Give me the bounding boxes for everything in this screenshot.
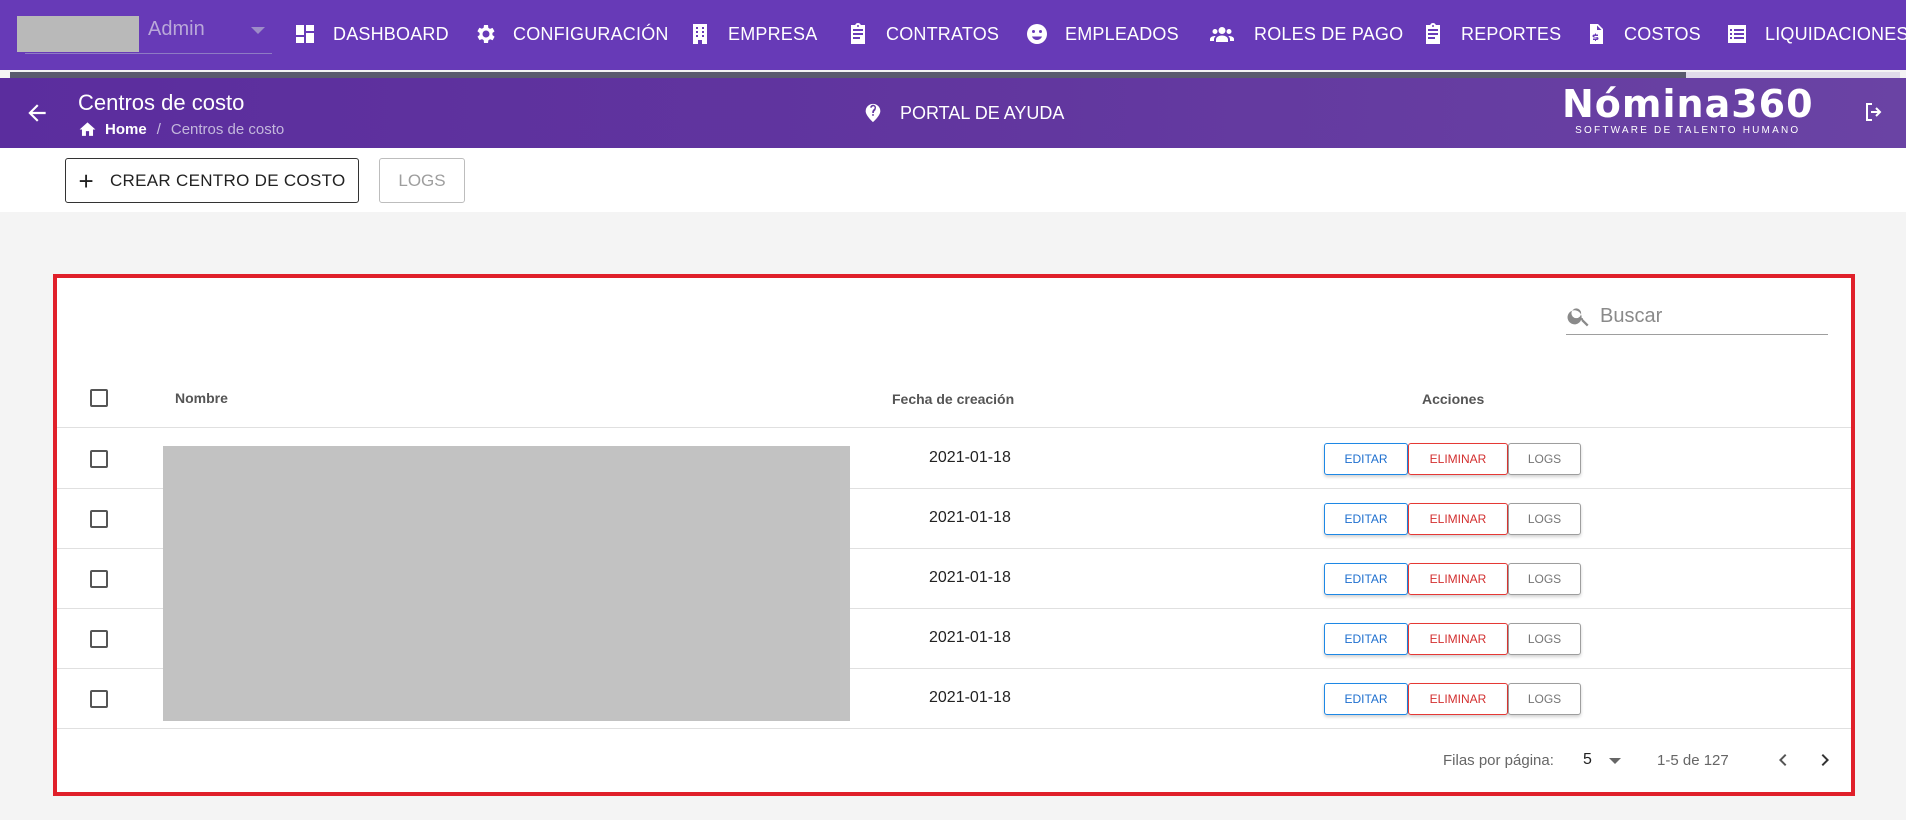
create-button-label: CREAR CENTRO DE COSTO: [109, 170, 346, 190]
row-checkbox[interactable]: [90, 630, 108, 648]
nav-liquidaciones[interactable]: LIQUIDACIONES: [1725, 18, 1906, 50]
search-icon: [1567, 308, 1589, 327]
nav-label: EMPRESA: [728, 23, 818, 44]
rows-per-page-select[interactable]: 5: [1583, 751, 1592, 769]
building-icon: [693, 24, 707, 44]
creation-date: 2021-01-18: [929, 449, 1011, 466]
nav-label: REPORTES: [1461, 23, 1562, 44]
breadcrumb-current: Centros de costo: [170, 121, 285, 138]
creation-date: 2021-01-18: [929, 629, 1011, 646]
chevron-down-icon[interactable]: [251, 27, 265, 34]
nav-dashboard[interactable]: DASHBOARD: [293, 18, 449, 50]
column-header-name[interactable]: Nombre: [175, 390, 228, 406]
help-portal-link[interactable]: PORTAL DE AYUDA: [862, 102, 1064, 124]
dashboard-icon: [296, 25, 314, 43]
arrow-left-icon[interactable]: [24, 100, 50, 126]
top-navbar: Admin DASHBOARD CONFIGURACIÓN EMPRESA CO…: [0, 0, 1906, 70]
face-icon: [1027, 24, 1047, 44]
row-logs-button[interactable]: LOGS: [1508, 503, 1581, 535]
row-checkbox[interactable]: [90, 690, 108, 708]
user-name: Admin: [148, 18, 205, 40]
edit-button[interactable]: EDITAR: [1324, 443, 1408, 475]
cost-centers-card: Nombre Fecha de creación Acciones 2021-0…: [53, 274, 1855, 796]
row-logs-button[interactable]: LOGS: [1508, 443, 1581, 475]
rows-per-page-label: Filas por página:: [1443, 752, 1554, 769]
pagination-range: 1-5 de 127: [1657, 752, 1729, 769]
creation-date: 2021-01-18: [929, 689, 1011, 706]
action-toolbar: + CREAR CENTRO DE COSTO LOGS: [0, 148, 1906, 212]
creation-date: 2021-01-18: [929, 509, 1011, 526]
nav-reportes[interactable]: REPORTES: [1421, 18, 1561, 50]
nav-label: DASHBOARD: [333, 23, 449, 44]
delete-button[interactable]: ELIMINAR: [1408, 623, 1508, 655]
redacted-names-block: [163, 446, 850, 721]
column-header-actions: Acciones: [1422, 391, 1485, 407]
gear-icon: [477, 25, 495, 43]
page-header: Centros de costo Home / Centros de costo…: [0, 78, 1906, 148]
logo-text: Nómina360: [1562, 82, 1814, 126]
breadcrumb-home[interactable]: Home: [105, 121, 147, 138]
logout-icon[interactable]: [1862, 100, 1886, 124]
nav-contratos[interactable]: CONTRATOS: [846, 18, 999, 50]
plus-icon: +: [78, 165, 94, 196]
chevron-right-icon[interactable]: [1813, 748, 1837, 772]
help-icon: [865, 103, 881, 123]
column-header-date[interactable]: Fecha de creación: [892, 391, 1014, 407]
delete-button[interactable]: ELIMINAR: [1408, 563, 1508, 595]
nav-label: ROLES DE PAGO: [1254, 23, 1404, 44]
row-logs-button[interactable]: LOGS: [1508, 623, 1581, 655]
row-checkbox[interactable]: [90, 510, 108, 528]
list-icon: [1728, 25, 1746, 43]
row-checkbox[interactable]: [90, 570, 108, 588]
edit-button[interactable]: EDITAR: [1324, 683, 1408, 715]
search-box[interactable]: [1566, 298, 1828, 335]
edit-button[interactable]: EDITAR: [1324, 503, 1408, 535]
dollar-file-icon: [1590, 24, 1603, 44]
page-title: Centros de costo: [78, 90, 245, 115]
create-cost-center-button[interactable]: + CREAR CENTRO DE COSTO: [65, 158, 359, 203]
search-input[interactable]: [1600, 302, 1820, 330]
select-all-checkbox[interactable]: [90, 389, 108, 407]
nav-label: CONTRATOS: [886, 23, 1000, 44]
chevron-left-icon[interactable]: [1771, 748, 1795, 772]
user-avatar-redacted: [17, 16, 139, 52]
breadcrumb-separator: /: [156, 121, 161, 138]
breadcrumb: Home / Centros de costo: [78, 120, 284, 139]
nav-label: COSTOS: [1624, 23, 1701, 44]
logo-tagline: SOFTWARE DE TALENTO HUMANO: [1575, 125, 1801, 136]
row-logs-button[interactable]: LOGS: [1508, 683, 1581, 715]
user-menu-underline: [25, 53, 272, 54]
nav-empleados[interactable]: EMPLEADOS: [1025, 18, 1179, 50]
logs-button[interactable]: LOGS: [379, 158, 465, 203]
nav-roles-de-pago[interactable]: ROLES DE PAGO: [1206, 18, 1403, 50]
people-icon: [1210, 27, 1234, 42]
edit-button[interactable]: EDITAR: [1324, 623, 1408, 655]
creation-date: 2021-01-18: [929, 569, 1011, 586]
nav-costos[interactable]: COSTOS: [1584, 18, 1701, 50]
edit-button[interactable]: EDITAR: [1324, 563, 1408, 595]
nav-label: CONFIGURACIÓN: [513, 23, 669, 44]
delete-button[interactable]: ELIMINAR: [1408, 683, 1508, 715]
row-checkbox[interactable]: [90, 450, 108, 468]
user-menu[interactable]: Admin: [17, 16, 272, 54]
nav-empresa[interactable]: EMPRESA: [688, 18, 817, 50]
brand-logo: Nómina360 SOFTWARE DE TALENTO HUMANO: [1562, 84, 1814, 136]
nav-label: LIQUIDACIONES: [1765, 23, 1906, 44]
clipboard-icon: [1426, 23, 1440, 44]
delete-button[interactable]: ELIMINAR: [1408, 503, 1508, 535]
delete-button[interactable]: ELIMINAR: [1408, 443, 1508, 475]
chevron-down-icon[interactable]: [1609, 758, 1621, 764]
home-icon: [79, 122, 96, 136]
nav-configuracion[interactable]: CONFIGURACIÓN: [473, 18, 669, 50]
table-pagination: Filas por página: 5 1-5 de 127: [57, 730, 1851, 792]
row-logs-button[interactable]: LOGS: [1508, 563, 1581, 595]
help-label: PORTAL DE AYUDA: [900, 102, 1065, 123]
table-header: Nombre Fecha de creación Acciones: [57, 370, 1851, 428]
nav-label: EMPLEADOS: [1065, 23, 1179, 44]
clipboard-icon: [851, 23, 865, 44]
